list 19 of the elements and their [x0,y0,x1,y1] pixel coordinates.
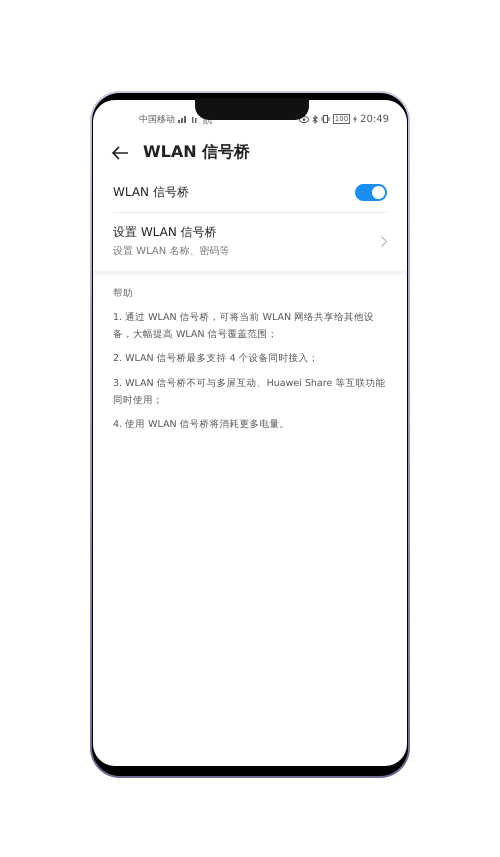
chevron-icon [381,236,387,246]
carrier-name: 中国移动 [139,114,175,126]
setting-label: WLAN 信号桥 [113,184,190,201]
charging-icon [353,115,358,123]
page-title: WLAN 信号桥 [143,142,250,163]
help-text: 2. WLAN 信号桥最多支持 4 个设备同时接入； [113,352,320,366]
bluetooth-icon [312,114,318,124]
help-text: 4. 使用 WLAN 信号桥将消耗更多电量。 [113,418,291,432]
clock-time: 20:49 [360,114,389,124]
help-text: 1. 通过 WLAN 信号桥，可将当前 WLAN 网络共享给其他设备，大幅提高 WLAN 信号覆盖范围； [113,311,376,342]
back-button[interactable] [111,146,129,160]
vibrate-icon [320,115,330,123]
help-text: 3. WLAN 信号桥不可与多屏互动、Huawei Share 等互联功能同时使用； [113,376,386,408]
eye-icon [298,116,309,122]
help-heading: 帮助 [113,287,134,300]
toggle-switch[interactable] [355,184,387,201]
setting-label: 设置 WLAN 信号桥 [113,224,218,241]
settings-item[interactable]: 设置 WLAN 信号桥 设置 WLAN 名称、密码等 [113,213,387,269]
setting-subtitle: 设置 WLAN 名称、密码等 [113,244,230,258]
